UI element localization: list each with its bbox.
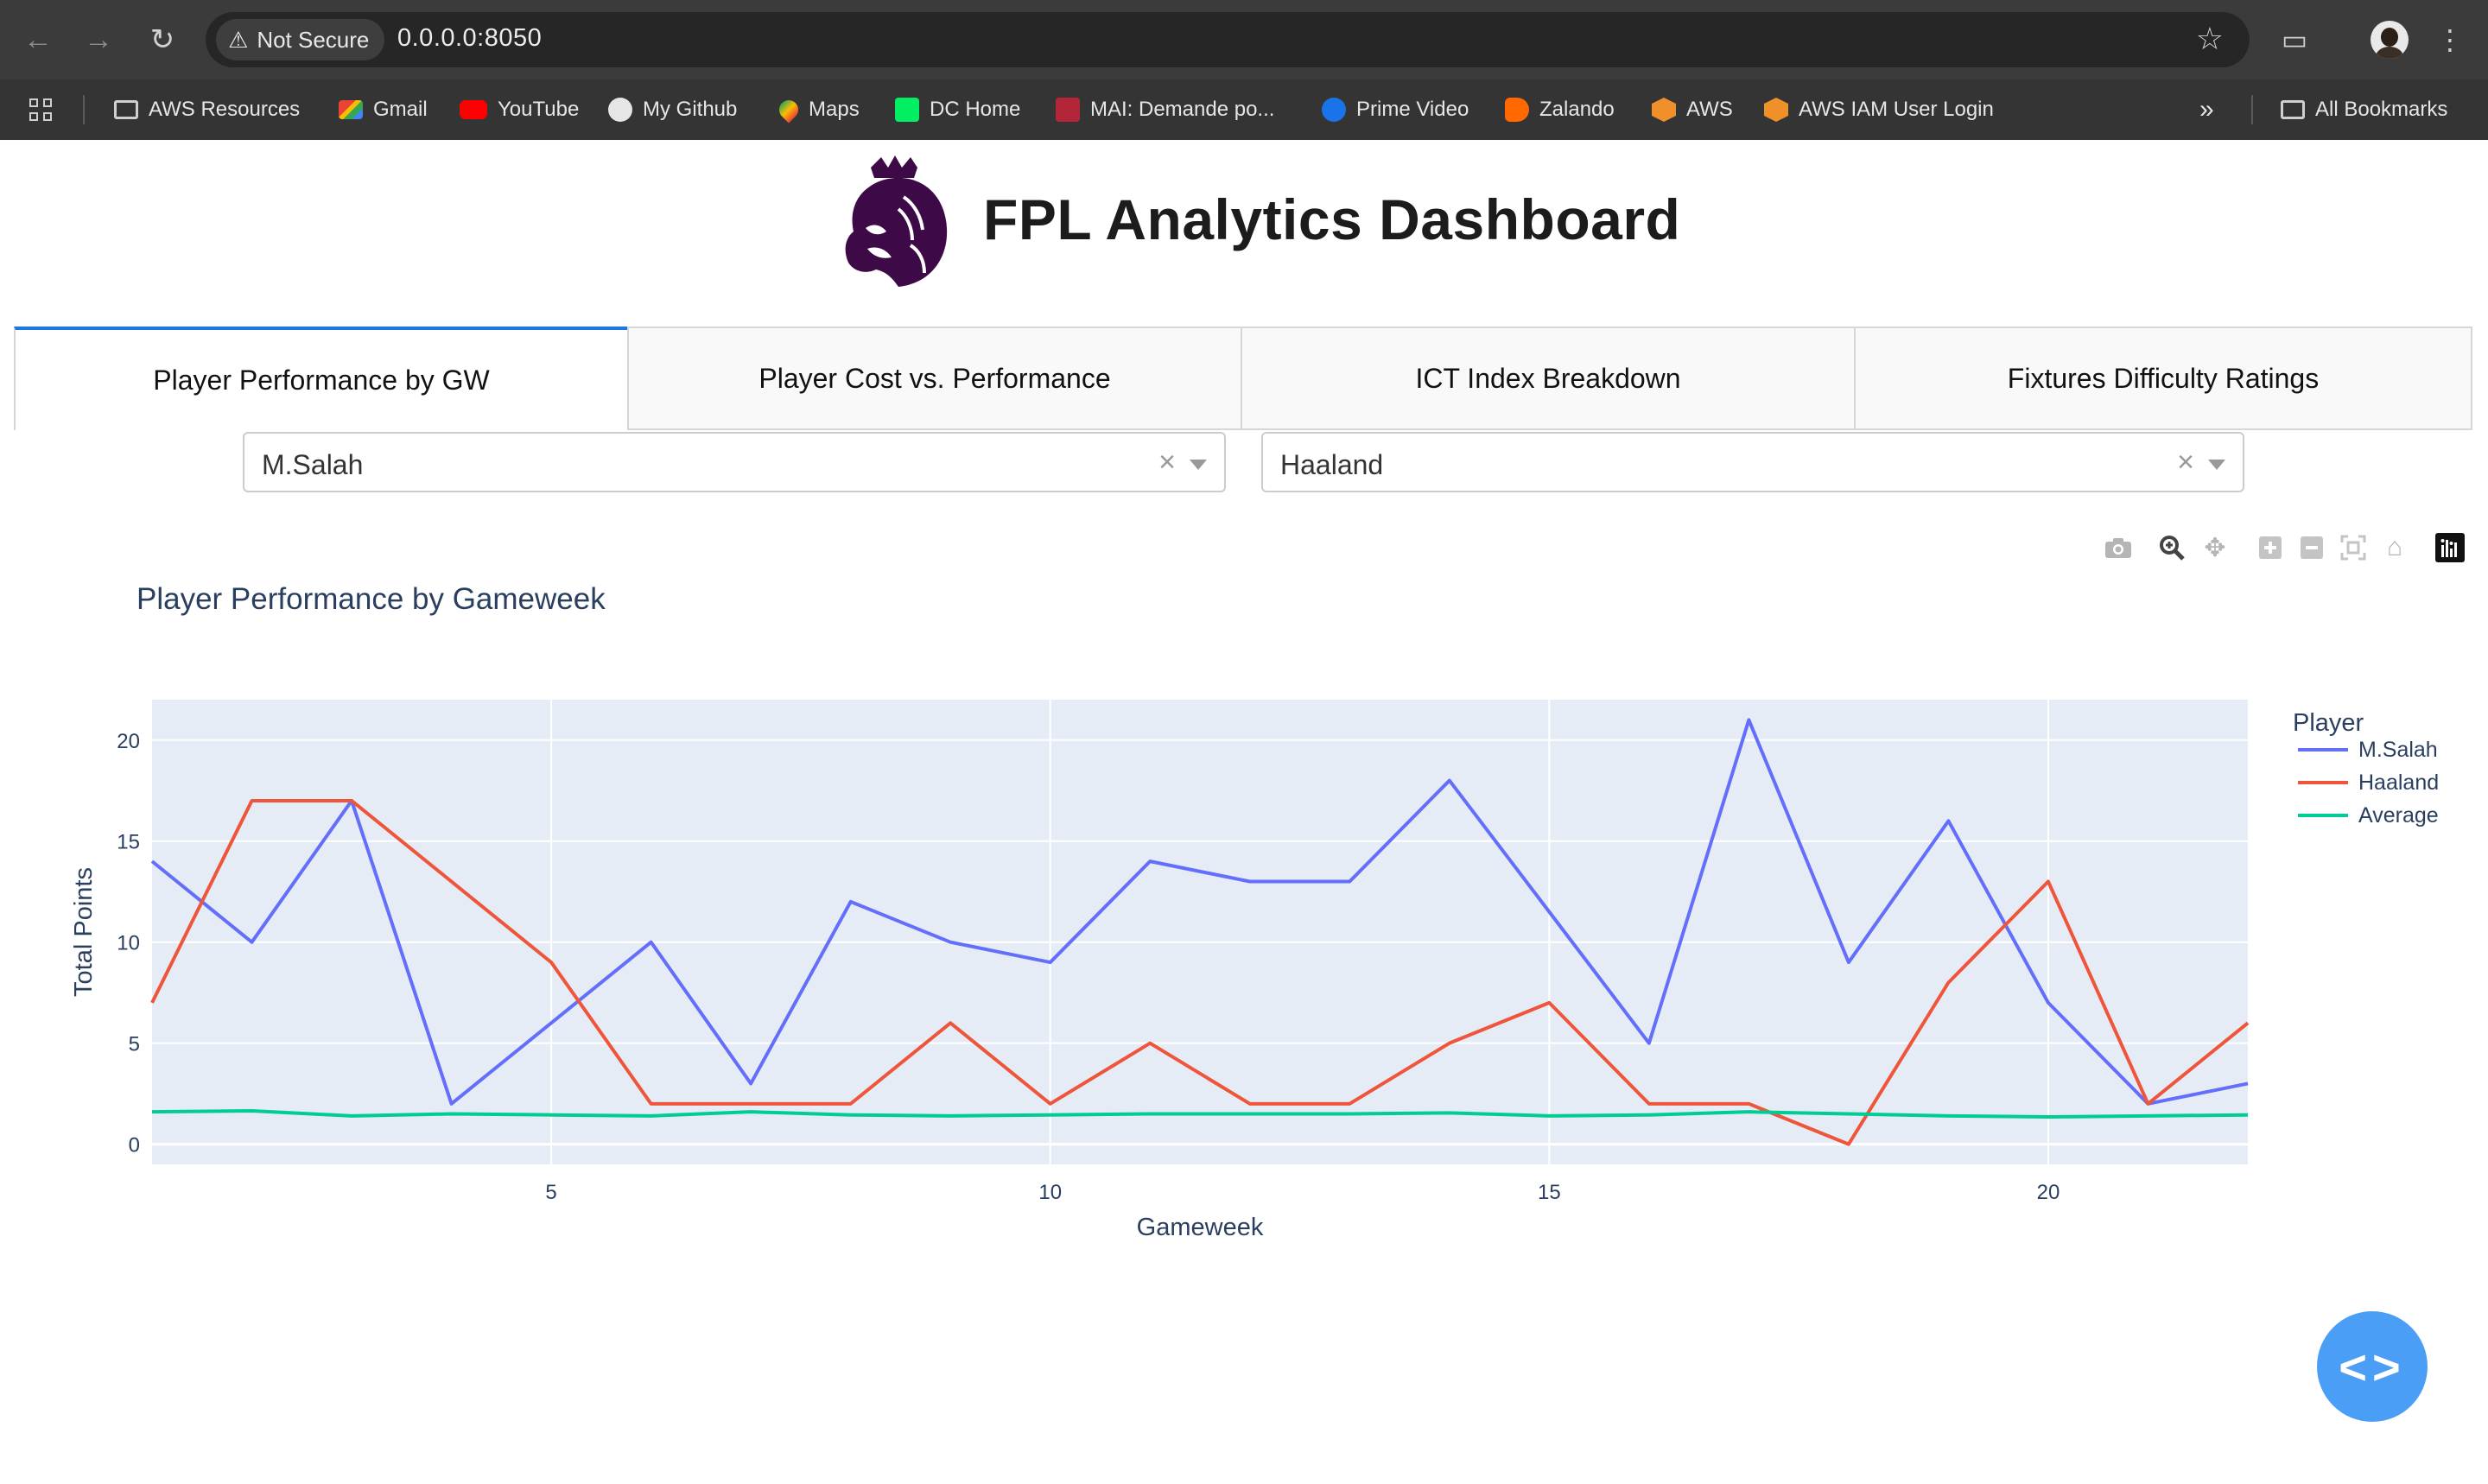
y-tick-label: 20	[117, 730, 140, 753]
bookmark-star-icon[interactable]: ☆	[2196, 21, 2224, 57]
x-tick-label: 5	[545, 1181, 556, 1204]
extensions-icon[interactable]: ▭	[2274, 19, 2315, 60]
bookmark-label: DC Home	[930, 98, 1021, 121]
performance-line-chart[interactable]: 0 5 10 15 20 5 10 15 20 Gameweek Total Points Pl…	[0, 553, 2488, 1261]
chevron-down-icon[interactable]	[2208, 460, 2225, 470]
bookmark-label: AWS	[1686, 98, 1733, 121]
tab-fixtures-difficulty[interactable]: Fixtures Difficulty Ratings	[1854, 327, 2472, 430]
apps-grid-icon[interactable]	[29, 79, 52, 140]
y-tick-label: 5	[129, 1033, 140, 1056]
bookmark-label: All Bookmarks	[2315, 98, 2448, 121]
player2-value: Haaland	[1280, 449, 1384, 480]
page-title: FPL Analytics Dashboard	[983, 187, 1681, 251]
code-icon: <>	[2339, 1339, 2406, 1394]
bookmark-label: Gmail	[373, 98, 428, 121]
folder-icon	[2281, 100, 2305, 119]
browser-chrome: ← → ↻ ⚠ Not Secure 0.0.0.0:8050 ☆ ▭ ⋮ AW…	[0, 0, 2488, 140]
clear-icon[interactable]: ×	[2177, 446, 2194, 479]
bookmark-all-bookmarks[interactable]: All Bookmarks	[2281, 79, 2447, 140]
maps-icon	[775, 96, 803, 124]
bookmark-label: MAI: Demande po...	[1090, 98, 1275, 121]
more-bookmarks-icon[interactable]: »	[2199, 79, 2214, 140]
bookmark-gmail[interactable]: Gmail	[339, 79, 428, 140]
tab-label: Player Cost vs. Performance	[758, 362, 1111, 394]
bookmark-label: Zalando	[1539, 98, 1615, 121]
bookmark-label: Maps	[809, 98, 860, 121]
security-label: Not Secure	[257, 26, 370, 53]
y-axis-title: Total Points	[70, 867, 98, 997]
clear-icon[interactable]: ×	[1158, 446, 1176, 479]
x-tick-label: 20	[2037, 1181, 2060, 1204]
bookmark-label: AWS Resources	[149, 98, 301, 121]
security-chip[interactable]: ⚠ Not Secure	[216, 19, 385, 60]
bookmark-my-github[interactable]: My Github	[608, 79, 737, 140]
bookmark-label: My Github	[643, 98, 738, 121]
y-tick-label: 0	[129, 1134, 140, 1157]
github-icon	[608, 98, 632, 122]
bookmark-mai[interactable]: MAI: Demande po...	[1056, 79, 1274, 140]
bookmark-aws-resources[interactable]: AWS Resources	[114, 79, 300, 140]
back-icon[interactable]: ←	[17, 19, 59, 60]
bookmark-youtube[interactable]: YouTube	[460, 79, 579, 140]
bookmarks-divider	[2251, 95, 2253, 124]
player2-dropdown[interactable]: Haaland ×	[1261, 432, 2244, 492]
player1-value: M.Salah	[262, 449, 364, 480]
tab-label: Player Performance by GW	[153, 364, 490, 396]
bookmark-zalando[interactable]: Zalando	[1505, 79, 1615, 140]
aws-icon	[1652, 98, 1676, 122]
bookmark-label: AWS IAM User Login	[1799, 98, 1994, 121]
bookmark-label: Prime Video	[1356, 98, 1469, 121]
tab-label: Fixtures Difficulty Ratings	[2007, 362, 2320, 394]
bookmark-maps[interactable]: Maps	[775, 79, 860, 140]
legend-item-label[interactable]: M.Salah	[2358, 738, 2438, 762]
url-bar-row: ← → ↻ ⚠ Not Secure 0.0.0.0:8050 ☆ ▭ ⋮	[0, 0, 2488, 79]
x-tick-label: 10	[1038, 1181, 1062, 1204]
chevron-down-icon[interactable]	[1190, 460, 1207, 470]
profile-avatar[interactable]	[2371, 21, 2409, 59]
tab-label: ICT Index Breakdown	[1415, 362, 1681, 394]
bookmark-dc-home[interactable]: DC Home	[895, 79, 1020, 140]
address-bar[interactable]: ⚠ Not Secure 0.0.0.0:8050 ☆	[206, 12, 2250, 67]
bookmark-label: YouTube	[498, 98, 580, 121]
bookmarks-divider	[83, 95, 85, 124]
zalando-icon	[1505, 98, 1529, 122]
dc-icon	[895, 98, 919, 122]
dev-tools-button[interactable]: <>	[2317, 1311, 2428, 1422]
youtube-icon	[460, 100, 487, 119]
mai-icon	[1056, 98, 1080, 122]
prime-video-icon	[1322, 98, 1346, 122]
folder-icon	[114, 100, 138, 119]
tab-ict-index[interactable]: ICT Index Breakdown	[1241, 327, 1856, 430]
reload-icon[interactable]: ↻	[142, 19, 183, 60]
tab-player-performance[interactable]: Player Performance by GW	[14, 327, 629, 430]
player1-dropdown[interactable]: M.Salah ×	[243, 432, 1226, 492]
forward-icon[interactable]: →	[78, 19, 119, 60]
premier-league-lion-logo	[845, 155, 948, 287]
warning-icon: ⚠	[228, 26, 249, 53]
x-tick-label: 15	[1538, 1181, 1561, 1204]
y-tick-label: 10	[117, 932, 140, 955]
bookmark-prime-video[interactable]: Prime Video	[1322, 79, 1469, 140]
menu-kebab-icon[interactable]: ⋮	[2429, 19, 2471, 60]
bookmark-aws-iam[interactable]: AWS IAM User Login	[1764, 79, 1994, 140]
url-text[interactable]: 0.0.0.0:8050	[397, 24, 542, 53]
y-tick-label: 15	[117, 831, 140, 854]
plot-area	[152, 700, 2248, 1164]
legend-title: Player	[2293, 709, 2364, 737]
tab-bar: Player Performance by GW Player Cost vs.…	[14, 327, 2472, 430]
legend-item-label[interactable]: Average	[2358, 803, 2439, 828]
x-axis-title: Gameweek	[1137, 1214, 1264, 1241]
tab-player-cost[interactable]: Player Cost vs. Performance	[627, 327, 1242, 430]
gmail-icon	[339, 100, 363, 119]
aws-icon	[1764, 98, 1788, 122]
bookmark-aws[interactable]: AWS	[1652, 79, 1733, 140]
legend-item-label[interactable]: Haaland	[2358, 771, 2439, 795]
